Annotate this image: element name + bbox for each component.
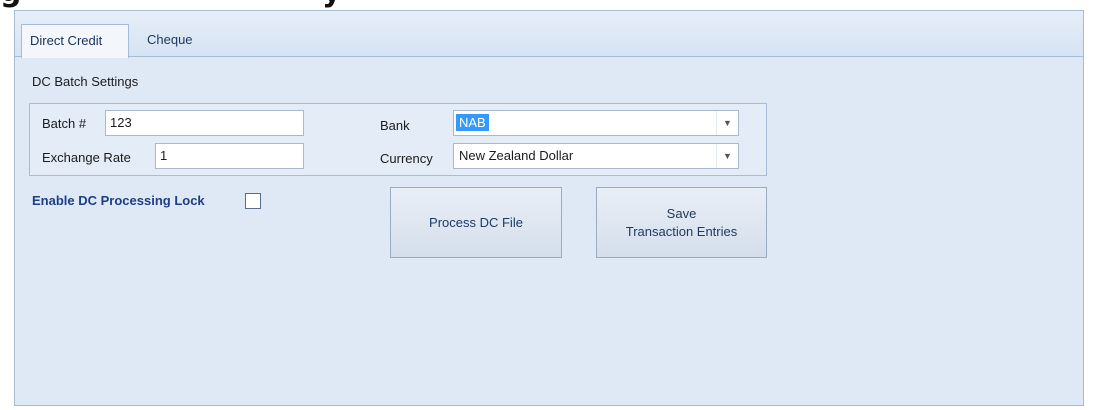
cropped-heading-left: g — [0, 0, 22, 9]
batch-number-input[interactable]: 123 — [105, 110, 304, 136]
bank-selected-value: NAB — [456, 114, 489, 131]
processing-lock-label: Enable DC Processing Lock — [32, 193, 205, 208]
process-dc-file-button[interactable]: Process DC File — [390, 187, 562, 258]
process-dc-file-label: Process DC File — [429, 214, 523, 230]
panel-title: DC Batch Settings — [32, 74, 139, 89]
cropped-heading-right: y — [322, 0, 343, 9]
exchange-rate-label: Exchange Rate — [42, 150, 131, 165]
cropped-heading: g y — [0, 0, 1099, 9]
currency-dropdown[interactable]: New Zealand Dollar ▼ — [453, 143, 739, 169]
save-button-line1: Save — [666, 205, 697, 221]
bank-label: Bank — [380, 118, 410, 133]
bank-dropdown[interactable]: NAB ▼ — [453, 110, 739, 136]
save-transaction-entries-button[interactable]: Save Transaction Entries — [596, 187, 767, 258]
processing-lock-checkbox[interactable] — [245, 193, 261, 209]
currency-selected-value: New Zealand Dollar — [459, 148, 574, 163]
exchange-rate-input[interactable]: 1 — [155, 143, 304, 169]
chevron-down-icon[interactable]: ▼ — [716, 111, 738, 135]
batch-number-label: Batch # — [42, 116, 87, 131]
currency-label: Currency — [380, 151, 433, 166]
tab-cheque[interactable]: Cheque — [139, 24, 209, 56]
screenshot-root: g y Direct Credit Cheque DC Batch Settin… — [0, 0, 1099, 410]
tab-direct-credit[interactable]: Direct Credit — [21, 24, 129, 58]
chevron-down-icon[interactable]: ▼ — [716, 144, 738, 168]
tab-strip: Direct Credit Cheque — [15, 11, 1083, 58]
save-button-line2: Transaction Entries — [625, 223, 738, 239]
